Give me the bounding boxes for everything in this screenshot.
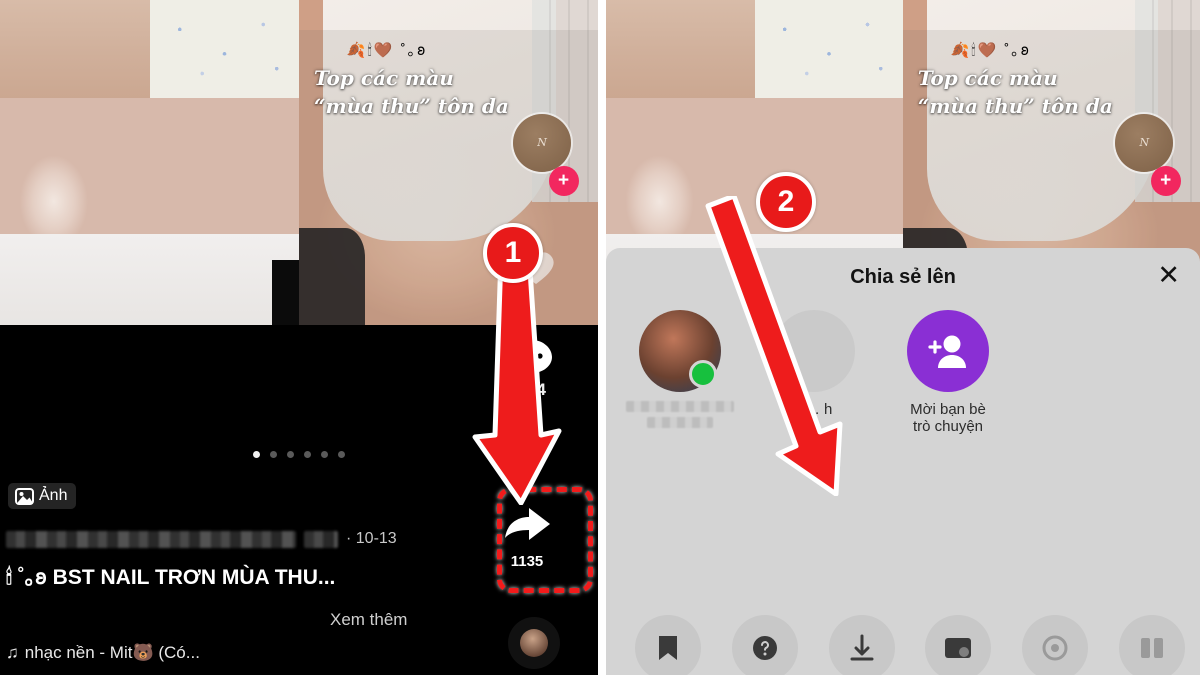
carousel-dot[interactable] — [270, 451, 277, 458]
duet-icon — [1118, 615, 1185, 675]
overlay-caption-line1: Top các màu — [917, 66, 1058, 90]
download-icon — [828, 615, 895, 675]
nail-closeup-photo — [0, 0, 299, 325]
close-icon[interactable]: ✕ — [1157, 262, 1180, 289]
share-tools-row — [606, 615, 1200, 675]
author-avatar[interactable]: N — [1115, 113, 1174, 172]
carousel-dot[interactable] — [253, 451, 260, 458]
step-1-arrow — [472, 255, 562, 505]
overlay-emoji: 🍂🕯🤎 ˚｡𐐪 — [950, 42, 1032, 59]
invite-label-line1: Mời bạn bè — [910, 401, 986, 418]
share-sheet: Chia sẻ lên ✕ T… h — [606, 248, 1200, 675]
music-row[interactable]: ♫ nhạc nền - Mit🐻 (Có... — [6, 643, 200, 663]
follow-plus-button[interactable]: + — [548, 165, 579, 196]
overlay-caption-line1: Top các màu — [313, 66, 454, 90]
step-2-arrow — [705, 196, 843, 496]
screenshot-panel-right: 🍂🕯🤎 ˚｡𐐪 Top các màu “mùa thu” tôn da N +… — [606, 0, 1200, 675]
friends-row: T… h Mời bạn bè trò chuyện — [606, 310, 1200, 435]
question-report-icon — [732, 615, 798, 675]
author-avatar[interactable]: N — [513, 113, 572, 172]
carousel-dot[interactable] — [304, 451, 311, 458]
follow-plus-button[interactable]: + — [1150, 165, 1181, 196]
tool-photo-card[interactable] — [910, 615, 1007, 675]
photo-card-icon — [925, 615, 992, 675]
panel-divider — [598, 0, 606, 675]
music-disc-avatar[interactable] — [508, 617, 560, 669]
author-username-blurred-tail — [304, 531, 338, 548]
author-line[interactable]: · 10-13 — [6, 530, 397, 548]
tool-bookmark[interactable] — [620, 615, 717, 675]
music-title: nhạc nền - Mit🐻 (Có... — [24, 643, 200, 662]
photo-type-badge: Ảnh — [8, 483, 77, 509]
tool-duet[interactable] — [1103, 615, 1200, 675]
invite-label-line2: trò chuyện — [912, 418, 984, 435]
image-icon — [15, 487, 34, 505]
overlay-caption: Top các màu “mùa thu” tôn da — [918, 65, 1191, 120]
invite-friends-icon — [907, 310, 989, 392]
screenshot-stage: 🍂🕯🤎 ˚｡𐐪 Top các màu “mùa thu” tôn da N + — [0, 0, 1200, 675]
share-sheet-title: Chia sẻ lên — [850, 266, 956, 288]
step-marker-1: 1 — [483, 223, 543, 283]
tool-gif[interactable] — [1007, 615, 1104, 675]
carousel-dot[interactable] — [321, 451, 328, 458]
bookmark-icon — [635, 615, 702, 675]
step-marker-2: 2 — [756, 172, 816, 232]
post-caption[interactable]: 🕯 ˚｡𐐪 BST NAIL TRƠN MÙA THU... — [6, 565, 436, 592]
tool-report[interactable] — [717, 615, 814, 675]
tool-download[interactable] — [813, 615, 910, 675]
carousel-dot[interactable] — [338, 451, 345, 458]
see-more-button[interactable]: Xem thêm — [330, 610, 407, 630]
carousel-dot[interactable] — [287, 451, 294, 458]
gif-icon — [1022, 615, 1089, 675]
post-date: · 10-13 — [346, 530, 397, 547]
photo-type-label: Ảnh — [39, 487, 68, 504]
invite-friends-label: Mời bạn bè trò chuyện — [894, 401, 1002, 435]
music-note-icon: ♫ — [6, 643, 19, 662]
overlay-caption: Top các màu “mùa thu” tôn da — [314, 65, 589, 120]
invite-friends-button[interactable]: Mời bạn bè trò chuyện — [894, 310, 1002, 435]
author-avatar-initial: N — [1139, 136, 1150, 150]
overlay-emoji: 🍂🕯🤎 ˚｡𐐪 — [346, 42, 428, 59]
author-avatar-initial: N — [537, 136, 547, 150]
author-username-blurred[interactable] — [6, 531, 296, 548]
